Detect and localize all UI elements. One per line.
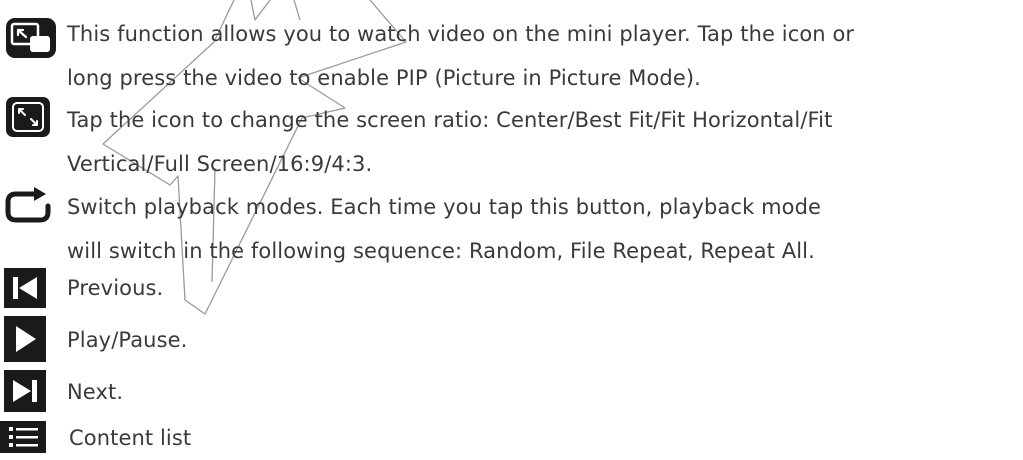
next-icon xyxy=(4,370,46,416)
list-icon xyxy=(0,421,46,457)
repeat-description-line-1: Switch playback modes. Each time you tap… xyxy=(67,195,822,219)
previous-label: Previous. xyxy=(67,276,164,300)
content-list-label: Content list xyxy=(69,426,192,450)
play-icon xyxy=(4,316,46,366)
previous-icon xyxy=(4,268,46,312)
repeat-icon xyxy=(4,186,52,230)
pip-description-line-2: long press the video to enable PIP (Pict… xyxy=(67,66,701,90)
play-pause-label: Play/Pause. xyxy=(67,328,188,352)
screen-ratio-description-line-2: Vertical/Full Screen/16:9/4:3. xyxy=(67,152,373,176)
next-label: Next. xyxy=(67,380,124,404)
screen-ratio-icon xyxy=(6,97,50,141)
repeat-description-line-2: will switch in the following sequence: R… xyxy=(67,239,815,263)
pip-icon xyxy=(6,18,56,62)
screen-ratio-description-line-1: Tap the icon to change the screen ratio:… xyxy=(67,108,833,132)
pip-description-line-1: This function allows you to watch video … xyxy=(67,22,855,46)
